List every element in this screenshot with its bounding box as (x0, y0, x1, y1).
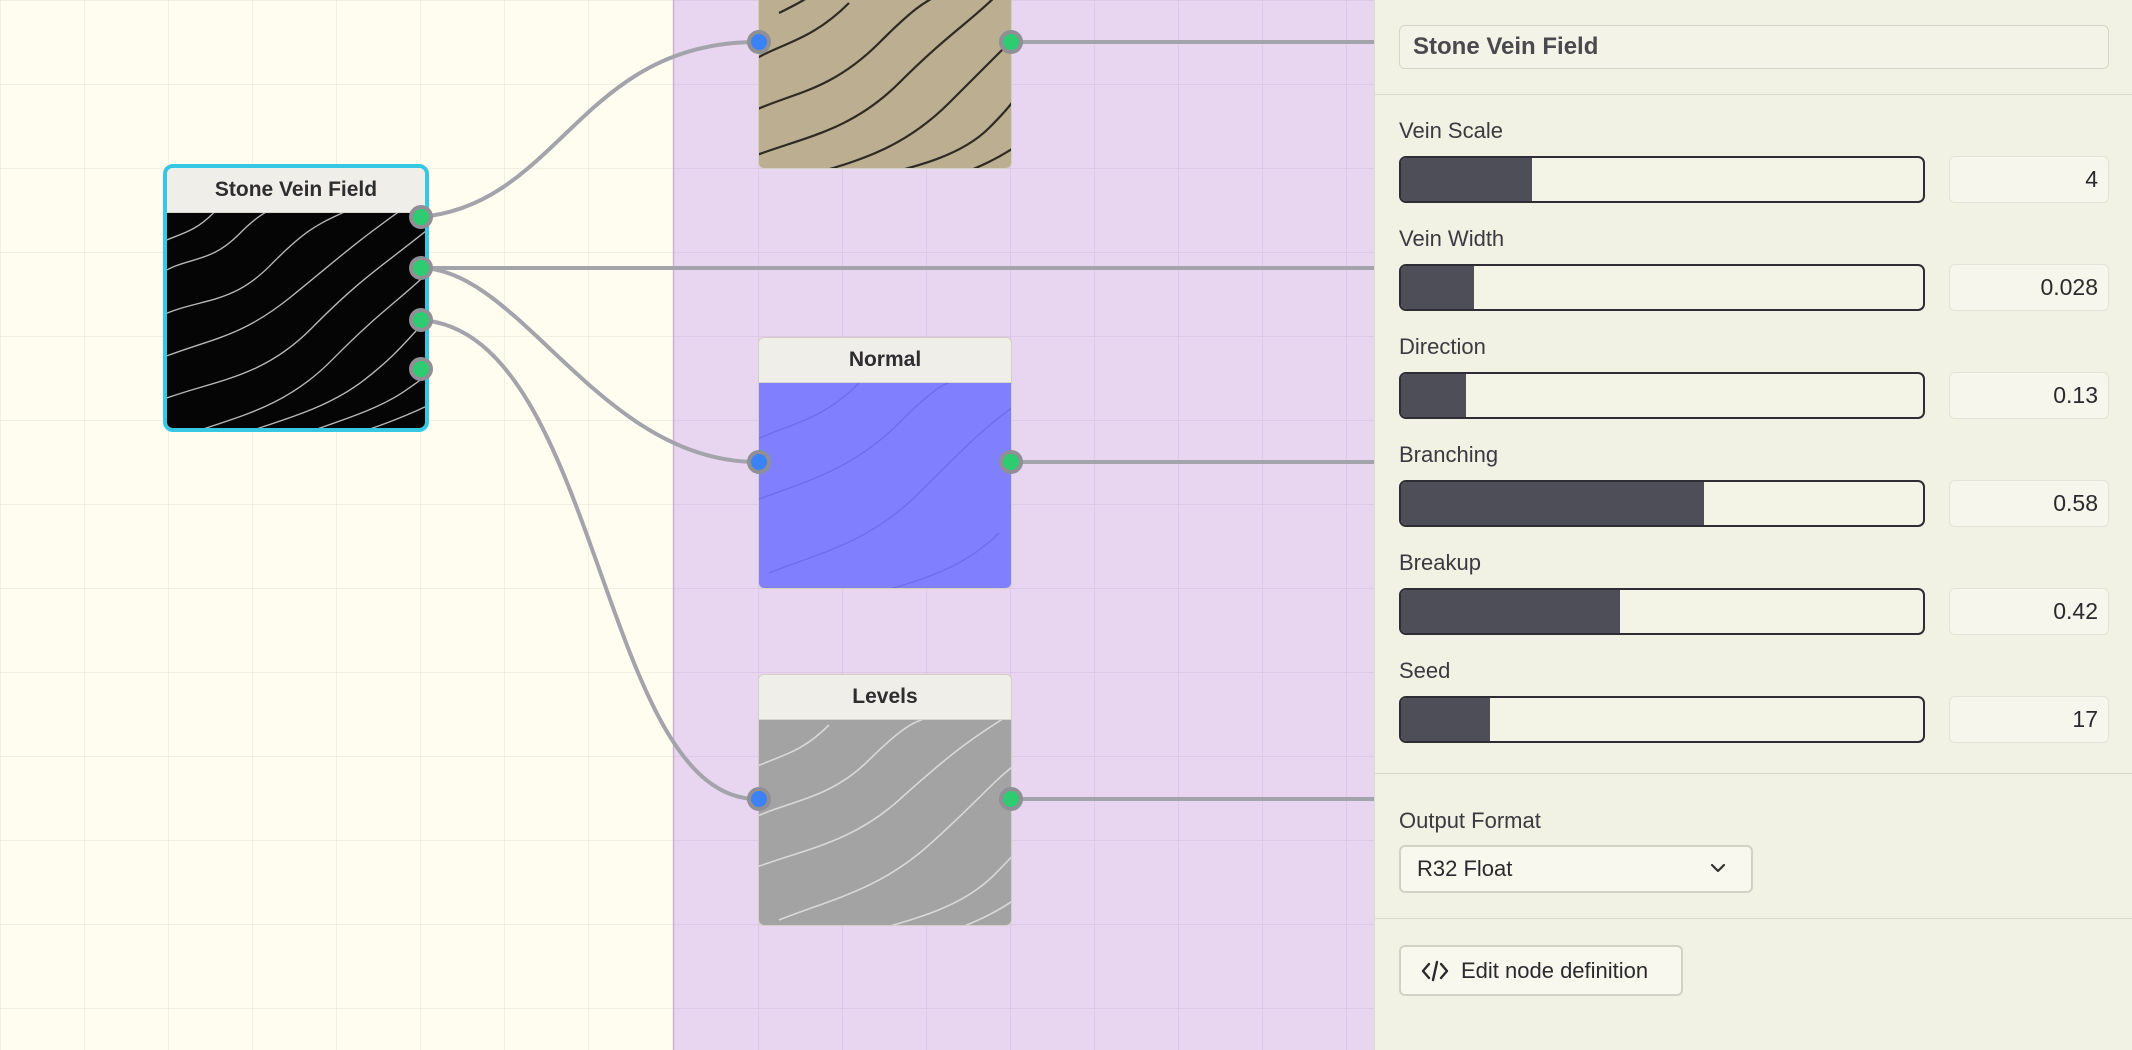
output-format-label: Output Format (1399, 808, 1541, 833)
slider-vein-scale[interactable] (1399, 156, 1925, 203)
node-title: Stone Vein Field (167, 168, 425, 213)
node-levels[interactable]: Levels (758, 674, 1012, 926)
levels-preview-thumbnail (759, 714, 1011, 925)
edit-node-definition-button[interactable]: Edit node definition (1399, 945, 1683, 996)
node-graph-canvas[interactable]: Stone Vein Field Normal Levels (0, 0, 1374, 1050)
wire-source-to-normal (418, 266, 759, 464)
source-output-port-3[interactable] (409, 308, 433, 332)
tan-preview-input-port[interactable] (747, 30, 771, 54)
levels-output-port[interactable] (999, 787, 1023, 811)
tan-preview-output-port[interactable] (999, 30, 1023, 54)
slider-breakup[interactable] (1399, 588, 1925, 635)
param-label-branching: Branching (1399, 442, 1499, 467)
slider-branching[interactable] (1399, 480, 1925, 527)
slider-vein-width[interactable] (1399, 264, 1925, 311)
param-label-vein-width: Vein Width (1399, 226, 1505, 251)
divider (1375, 773, 2132, 774)
slider-fill (1401, 698, 1490, 741)
output-format-value: R32 Float (1417, 856, 1513, 881)
slider-fill (1401, 158, 1532, 201)
node-title: Levels (759, 675, 1011, 720)
node-tan-preview[interactable] (758, 0, 1012, 169)
normal-output-port[interactable] (999, 450, 1023, 474)
param-label-breakup: Breakup (1399, 550, 1481, 575)
divider (1375, 918, 2132, 919)
normal-input-port[interactable] (747, 450, 771, 474)
vein-preview-thumbnail (167, 201, 425, 428)
edit-node-definition-label: Edit node definition (1461, 958, 1649, 983)
node-normal[interactable]: Normal (758, 337, 1012, 589)
slider-direction[interactable] (1399, 372, 1925, 419)
node-stone-vein-field[interactable]: Stone Vein Field (163, 164, 429, 432)
param-label-direction: Direction (1399, 334, 1486, 359)
divider (1375, 94, 2132, 95)
source-output-port-2[interactable] (409, 256, 433, 280)
inspector-panel: Stone Vein Field Vein Scale 4 Vein Width… (1374, 0, 2132, 1050)
slider-seed[interactable] (1399, 696, 1925, 743)
value-input-vein-scale[interactable]: 4 (1949, 156, 2109, 203)
output-format-select[interactable]: R32 Float (1399, 845, 1753, 893)
code-icon (1421, 960, 1449, 982)
normal-preview-thumbnail (759, 377, 1011, 588)
levels-input-port[interactable] (747, 787, 771, 811)
value-input-breakup[interactable]: 0.42 (1949, 588, 2109, 635)
slider-fill (1401, 590, 1621, 633)
source-output-port-4[interactable] (409, 357, 433, 381)
slider-fill (1401, 374, 1467, 417)
wire-source-to-top (418, 40, 759, 219)
value-input-direction[interactable]: 0.13 (1949, 372, 2109, 419)
slider-fill (1401, 482, 1704, 525)
tan-preview-thumbnail (759, 0, 1011, 168)
wire-source-to-levels (418, 318, 759, 801)
chevron-down-icon (1710, 863, 1726, 873)
value-input-branching[interactable]: 0.58 (1949, 480, 2109, 527)
slider-fill (1401, 266, 1475, 309)
value-input-seed[interactable]: 17 (1949, 696, 2109, 743)
node-name-field[interactable]: Stone Vein Field (1399, 25, 2109, 69)
node-title: Normal (759, 338, 1011, 383)
param-label-seed: Seed (1399, 658, 1451, 683)
wires-layer (418, 40, 1374, 801)
param-label-vein-scale: Vein Scale (1399, 118, 1503, 143)
value-input-vein-width[interactable]: 0.028 (1949, 264, 2109, 311)
source-output-port-1[interactable] (409, 205, 433, 229)
